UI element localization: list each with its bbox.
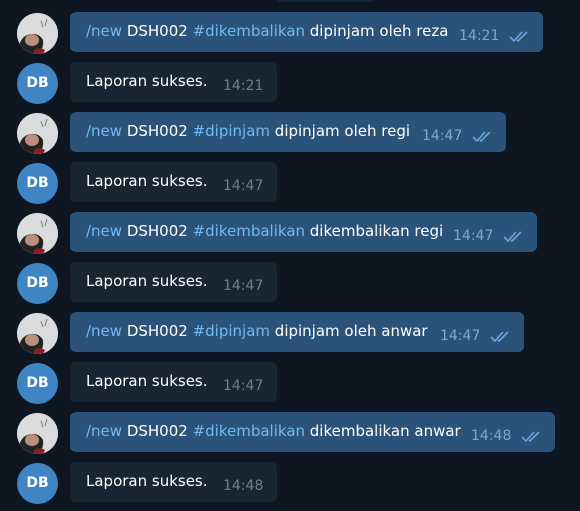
message-bubble[interactable]: Laporan sukses. 14:47 <box>70 262 277 302</box>
bot-avatar[interactable]: DB <box>17 463 58 504</box>
message-bubble[interactable]: Laporan sukses. 14:47 <box>70 162 277 202</box>
message-text: /new DSH002 #dipinjam dipinjam oleh regi <box>86 122 410 140</box>
user-avatar[interactable] <box>17 213 58 254</box>
user-avatar[interactable] <box>17 413 58 454</box>
item-code: DSH002 <box>122 22 193 40</box>
double-check-icon <box>472 131 491 143</box>
message-row-incoming: DB Laporan sukses. 14:47 <box>0 360 580 410</box>
message-time: 14:47 <box>223 378 264 394</box>
message-time: 14:21 <box>223 78 264 94</box>
message-text: /new DSH002 #dipinjam dipinjam oleh anwa… <box>86 322 428 340</box>
message-bubble[interactable]: Laporan sukses. 14:47 <box>70 362 277 402</box>
message-bubble[interactable]: Laporan sukses. 14:48 <box>70 462 277 502</box>
message-text: /new DSH002 #dikembalikan dikembalikan a… <box>86 422 461 440</box>
message-row-outgoing: /new DSH002 #dipinjam dipinjam oleh anwa… <box>0 310 580 360</box>
previous-message-edge <box>277 0 373 2</box>
message-time: 14:47 <box>440 328 481 344</box>
double-check-icon <box>490 331 509 343</box>
message-row-outgoing: /new DSH002 #dikembalikan dikembalikan r… <box>0 210 580 260</box>
hashtag-link[interactable]: #dikembalikan <box>193 422 305 440</box>
hashtag-link[interactable]: #dikembalikan <box>193 222 305 240</box>
user-photo-icon <box>17 13 58 54</box>
bot-avatar[interactable]: DB <box>17 363 58 404</box>
item-code: DSH002 <box>122 422 193 440</box>
bot-avatar[interactable]: DB <box>17 163 58 204</box>
message-time: 14:48 <box>223 478 264 494</box>
user-avatar[interactable] <box>17 313 58 354</box>
user-photo-icon <box>17 113 58 154</box>
bot-avatar[interactable]: DB <box>17 263 58 304</box>
message-text: /new DSH002 #dikembalikan dipinjam oleh … <box>86 22 448 40</box>
message-text: Laporan sukses. <box>86 272 208 290</box>
bot-avatar[interactable]: DB <box>17 63 58 104</box>
message-row-outgoing: /new DSH002 #dikembalikan dikembalikan a… <box>0 410 580 460</box>
message-bubble[interactable]: /new DSH002 #dipinjam dipinjam oleh anwa… <box>70 312 524 352</box>
user-avatar[interactable] <box>17 13 58 54</box>
message-rest: dipinjam oleh regi <box>270 122 411 140</box>
message-time: 14:47 <box>223 278 264 294</box>
message-time: 14:21 <box>459 28 500 44</box>
item-code: DSH002 <box>122 122 193 140</box>
message-row-outgoing: /new DSH002 #dipinjam dipinjam oleh regi… <box>0 110 580 160</box>
message-time: 14:48 <box>471 428 512 444</box>
item-code: DSH002 <box>122 322 193 340</box>
item-code: DSH002 <box>122 222 193 240</box>
user-photo-icon <box>17 213 58 254</box>
message-rest: dikembalikan regi <box>305 222 444 240</box>
chat-history[interactable]: /new DSH002 #dikembalikan dipinjam oleh … <box>0 0 580 511</box>
double-check-icon <box>503 231 522 243</box>
command-link[interactable]: /new <box>86 422 122 440</box>
message-row-outgoing: /new DSH002 #dikembalikan dipinjam oleh … <box>0 10 580 60</box>
double-check-icon <box>509 31 528 43</box>
message-text: Laporan sukses. <box>86 172 208 190</box>
hashtag-link[interactable]: #dikembalikan <box>193 22 305 40</box>
message-text: /new DSH002 #dikembalikan dikembalikan r… <box>86 222 443 240</box>
user-photo-icon <box>17 313 58 354</box>
user-avatar[interactable] <box>17 113 58 154</box>
message-text: Laporan sukses. <box>86 472 208 490</box>
message-time: 14:47 <box>422 128 463 144</box>
message-rest: dipinjam oleh reza <box>305 22 449 40</box>
message-time: 14:47 <box>453 228 494 244</box>
message-bubble[interactable]: /new DSH002 #dikembalikan dipinjam oleh … <box>70 12 543 52</box>
hashtag-link[interactable]: #dipinjam <box>193 122 270 140</box>
message-rest: dikembalikan anwar <box>305 422 461 440</box>
user-photo-icon <box>17 413 58 454</box>
message-row-incoming: DB Laporan sukses. 14:21 <box>0 60 580 110</box>
message-bubble[interactable]: Laporan sukses. 14:21 <box>70 62 277 102</box>
message-row-incoming: DB Laporan sukses. 14:48 <box>0 460 580 510</box>
command-link[interactable]: /new <box>86 222 122 240</box>
message-time: 14:47 <box>223 178 264 194</box>
message-row-incoming: DB Laporan sukses. 14:47 <box>0 260 580 310</box>
message-rest: dipinjam oleh anwar <box>270 322 428 340</box>
message-text: Laporan sukses. <box>86 72 208 90</box>
command-link[interactable]: /new <box>86 122 122 140</box>
message-text: Laporan sukses. <box>86 372 208 390</box>
double-check-icon <box>521 431 540 443</box>
message-bubble[interactable]: /new DSH002 #dikembalikan dikembalikan r… <box>70 212 537 252</box>
hashtag-link[interactable]: #dipinjam <box>193 322 270 340</box>
command-link[interactable]: /new <box>86 322 122 340</box>
message-bubble[interactable]: /new DSH002 #dikembalikan dikembalikan a… <box>70 412 555 452</box>
message-row-incoming: DB Laporan sukses. 14:47 <box>0 160 580 210</box>
command-link[interactable]: /new <box>86 22 122 40</box>
message-bubble[interactable]: /new DSH002 #dipinjam dipinjam oleh regi… <box>70 112 506 152</box>
